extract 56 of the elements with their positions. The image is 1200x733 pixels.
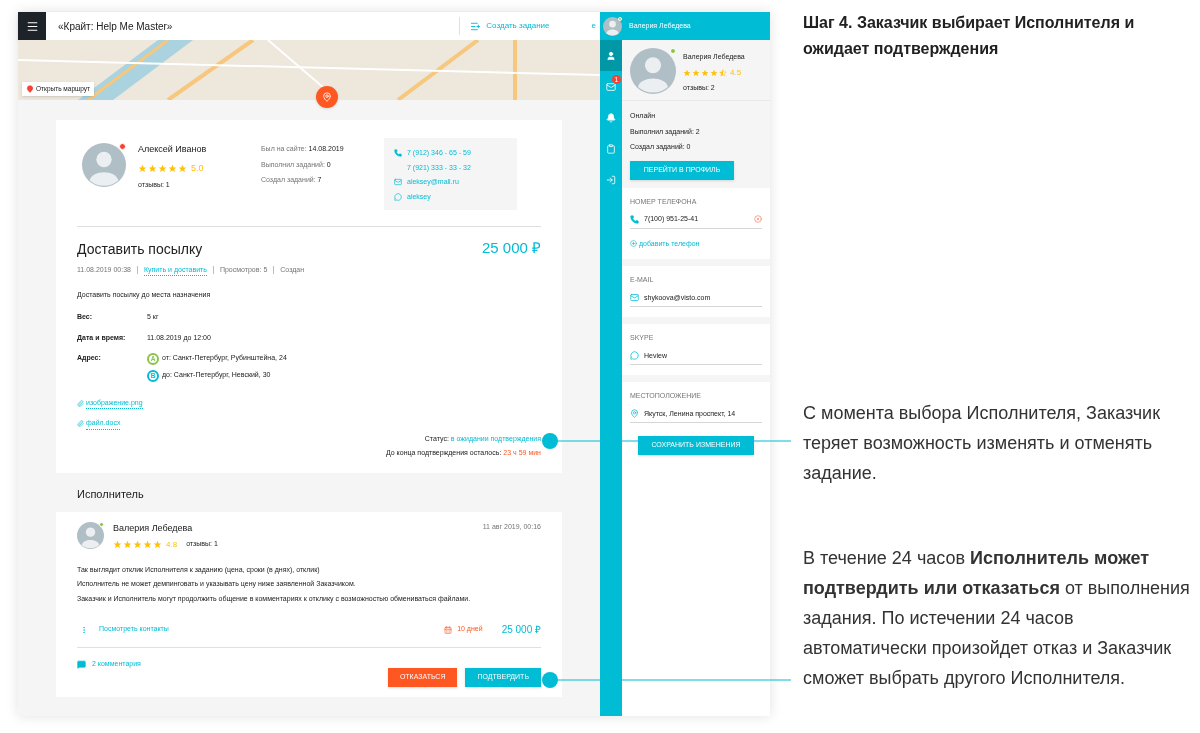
header-link[interactable]: e xyxy=(591,20,596,32)
star-icon xyxy=(133,540,142,549)
nav-button[interactable] xyxy=(600,40,622,71)
location-pin-button[interactable] xyxy=(316,86,338,108)
mail-icon xyxy=(630,293,639,303)
response-price: 25 000 ₽ xyxy=(501,623,541,637)
clipboard-icon xyxy=(606,143,616,154)
paperclip-icon xyxy=(77,399,84,407)
annotation-text: С момента выбора Исполнителя, Заказчик теряет возможность изменять и отменять задание. xyxy=(803,402,1162,485)
star-icon xyxy=(178,163,187,173)
phone-icon xyxy=(394,149,402,158)
list-plus-icon xyxy=(470,20,482,32)
section-heading: Исполнитель xyxy=(77,486,145,502)
menu-button[interactable] xyxy=(18,12,46,40)
avatar-silhouette xyxy=(77,522,104,549)
star-icon xyxy=(143,540,152,549)
avatar-silhouette xyxy=(82,143,126,187)
more-icon xyxy=(80,625,88,634)
chat-bubble-icon xyxy=(394,192,402,201)
mail-icon xyxy=(606,81,616,92)
avatar-silhouette xyxy=(630,48,676,94)
exit-icon xyxy=(606,174,616,185)
comment-icon xyxy=(77,659,86,669)
clear-icon xyxy=(754,215,762,224)
star-icon xyxy=(153,540,162,549)
chat-bubble-icon xyxy=(630,351,639,361)
executor-name: Валерия Лебедева xyxy=(113,522,194,535)
phone-icon xyxy=(630,214,639,224)
rating-value: 4.5 xyxy=(730,66,742,79)
task-price: 25 000 ₽ xyxy=(481,238,541,258)
star-icon xyxy=(148,163,157,173)
mail-icon xyxy=(394,178,402,187)
map-pin-icon xyxy=(26,85,34,94)
task-title: Доставить посылку xyxy=(77,239,203,259)
calendar-icon xyxy=(444,625,453,634)
star-icon xyxy=(123,540,132,549)
create-task-link[interactable]: Создать задание xyxy=(470,20,550,32)
annotation-text: В течение 24 часов Исполнитель может подтвердить или отказаться от выполнения задания. По истечении 24 часов автоматически произойдет отказ и Заказчик сможет выбрать другого Исполнителя. xyxy=(803,547,1191,690)
star-icon xyxy=(113,540,122,549)
map-pin-icon xyxy=(322,92,332,102)
rating-value: 4.8 xyxy=(166,538,178,551)
customer-name: Алексей Иванов xyxy=(138,143,208,156)
location-pin-icon xyxy=(630,409,639,419)
rating-value: 5.0 xyxy=(191,161,204,175)
app-title: «Крайт: Help Me Master» xyxy=(58,19,173,34)
plus-icon xyxy=(630,240,637,248)
star-icon xyxy=(158,163,167,173)
half-star-icon xyxy=(719,68,727,77)
menu-icon xyxy=(25,19,39,33)
step-heading: Шаг 4. Заказчик выбирает Исполнителя и ожидает подтверждения xyxy=(803,13,1136,59)
star-icon xyxy=(138,163,147,173)
star-icon xyxy=(168,163,177,173)
user-icon xyxy=(606,50,616,61)
paperclip-icon xyxy=(77,420,84,428)
avatar-silhouette xyxy=(603,16,622,36)
bell-icon xyxy=(606,112,616,123)
